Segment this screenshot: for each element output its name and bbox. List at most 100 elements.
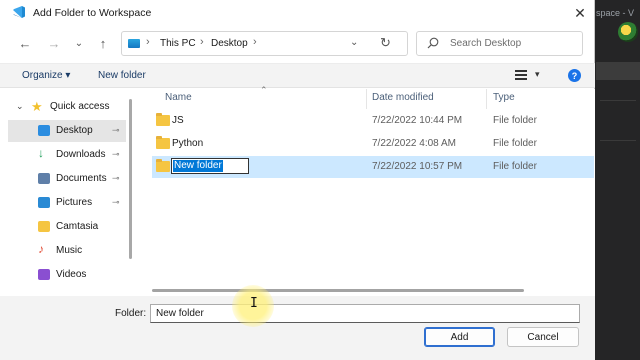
- sidebar-item-label: Music: [56, 245, 83, 256]
- sidebar-quick-access[interactable]: ⌄ ★ Quick access: [8, 96, 126, 118]
- close-button[interactable]: ✕: [570, 3, 590, 23]
- folder-field-label: Folder:: [115, 308, 147, 319]
- search-placeholder: Search Desktop: [450, 38, 522, 49]
- cancel-button[interactable]: Cancel: [507, 327, 579, 347]
- sidebar-item-documents[interactable]: Documents ⊸: [8, 168, 126, 190]
- quick-access-label: Quick access: [50, 101, 110, 112]
- file-date: 7/22/2022 10:44 PM: [372, 115, 463, 126]
- table-row[interactable]: JS 7/22/2022 10:44 PM File folder: [152, 110, 594, 132]
- column-divider[interactable]: [486, 89, 487, 109]
- new-folder-button[interactable]: New folder: [98, 70, 146, 81]
- rename-text[interactable]: New folder: [173, 160, 223, 172]
- background-divider: [600, 140, 636, 141]
- pictures-icon: [38, 197, 50, 208]
- address-bar[interactable]: › This PC › Desktop › ⌄ ↻: [121, 31, 408, 56]
- file-date: 7/22/2022 4:08 AM: [372, 138, 456, 149]
- command-bar: Organize ▾ New folder ▾ ?: [0, 63, 595, 88]
- documents-icon: [38, 173, 50, 184]
- folder-name-input[interactable]: [150, 304, 580, 323]
- column-divider[interactable]: [366, 89, 367, 109]
- search-box[interactable]: Search Desktop: [416, 31, 583, 56]
- file-name: Python: [172, 138, 204, 149]
- star-icon: ★: [31, 99, 43, 114]
- folder-icon: [156, 136, 170, 149]
- file-list: ⌃ Name Date modified Type JS 7/22/2022 1…: [140, 85, 595, 296]
- help-icon[interactable]: ?: [568, 69, 581, 82]
- close-icon: ✕: [574, 4, 586, 21]
- navigation-pane: ⌄ ★ Quick access Desktop ⊸ ↓ Downloads ⊸…: [0, 89, 132, 296]
- folder-icon: [156, 113, 170, 126]
- back-arrow-icon: ←: [18, 35, 32, 51]
- rename-field[interactable]: New folder: [171, 158, 249, 174]
- desktop-icon: [38, 125, 50, 136]
- up-arrow-icon: ↑: [99, 35, 107, 51]
- text-cursor-icon: I: [250, 296, 258, 311]
- videos-icon: [38, 269, 50, 280]
- sidebar-item-label: Pictures: [56, 197, 93, 208]
- organize-menu[interactable]: Organize ▾: [22, 70, 70, 81]
- column-header-name[interactable]: Name: [165, 92, 192, 103]
- background-editor: [595, 0, 640, 360]
- vscode-icon: [13, 6, 25, 18]
- add-button[interactable]: Add: [424, 327, 495, 347]
- background-toolbar: [596, 62, 640, 80]
- recent-locations-button[interactable]: ⌄: [70, 34, 88, 52]
- background-divider: [600, 100, 636, 101]
- view-options-icon[interactable]: [515, 70, 527, 80]
- pin-icon: ⊸: [112, 149, 120, 159]
- file-type: File folder: [493, 161, 537, 172]
- file-date: 7/22/2022 10:57 PM: [372, 161, 463, 172]
- folder-icon: [38, 221, 50, 232]
- dialog-titlebar: Add Folder to Workspace ✕: [0, 0, 595, 26]
- pin-icon: ⊸: [112, 125, 120, 135]
- sidebar-item-label: Documents: [56, 173, 107, 184]
- scrollbar-thumb[interactable]: [129, 99, 132, 259]
- column-header-type[interactable]: Type: [493, 92, 515, 103]
- this-pc-icon: [128, 39, 140, 48]
- sidebar-scrollbar[interactable]: [128, 89, 133, 296]
- sidebar-item-label: Downloads: [56, 149, 106, 160]
- breadcrumb-separator: ›: [253, 36, 257, 48]
- add-folder-dialog: Add Folder to Workspace ✕ ← → ⌄ ↑ › This…: [0, 0, 595, 360]
- file-type: File folder: [493, 138, 537, 149]
- downloads-icon: ↓: [38, 146, 44, 160]
- column-header-date-modified[interactable]: Date modified: [372, 92, 434, 103]
- music-icon: ♪: [38, 242, 44, 256]
- sidebar-item-pictures[interactable]: Pictures ⊸: [8, 192, 126, 214]
- sidebar-item-desktop[interactable]: Desktop ⊸: [8, 120, 126, 142]
- dialog-title: Add Folder to Workspace: [33, 7, 152, 19]
- breadcrumb-this-pc[interactable]: This PC: [160, 38, 196, 49]
- search-icon: [427, 37, 439, 49]
- view-options-caret-icon[interactable]: ▾: [535, 69, 540, 80]
- breadcrumb-separator: ›: [146, 36, 150, 48]
- sidebar-item-music[interactable]: ♪ Music: [8, 240, 126, 262]
- sidebar-item-label: Videos: [56, 269, 87, 280]
- background-window-title: space - V: [596, 8, 635, 18]
- breadcrumb-separator: ›: [200, 36, 204, 48]
- folder-icon: [156, 159, 170, 172]
- up-button[interactable]: ↑: [94, 34, 112, 52]
- sort-ascending-icon: ⌃: [260, 85, 268, 95]
- back-button[interactable]: ←: [16, 34, 34, 52]
- breadcrumb-desktop[interactable]: Desktop: [211, 38, 248, 49]
- table-row[interactable]: Python 7/22/2022 4:08 AM File folder: [152, 133, 594, 155]
- forward-arrow-icon: →: [47, 35, 61, 51]
- expand-caret-icon[interactable]: ⌄: [16, 101, 24, 112]
- scrollbar-thumb[interactable]: [152, 289, 524, 292]
- file-name: JS: [172, 115, 184, 126]
- refresh-icon[interactable]: ↻: [380, 35, 391, 51]
- table-row[interactable]: New folder 7/22/2022 10:57 PM File folde…: [152, 156, 594, 178]
- file-type: File folder: [493, 115, 537, 126]
- chevron-down-icon: ⌄: [74, 37, 84, 49]
- forward-button[interactable]: →: [45, 34, 63, 52]
- pin-icon: ⊸: [112, 197, 120, 207]
- address-dropdown-icon[interactable]: ⌄: [350, 37, 358, 48]
- pin-icon: ⊸: [112, 173, 120, 183]
- sidebar-item-label: Desktop: [56, 125, 93, 136]
- sidebar-item-downloads[interactable]: ↓ Downloads ⊸: [8, 144, 126, 166]
- sidebar-item-videos[interactable]: Videos: [8, 264, 126, 286]
- dialog-footer: Folder: Add Cancel: [0, 296, 595, 360]
- horizontal-scrollbar[interactable]: [152, 288, 524, 293]
- background-app-logo: [618, 22, 638, 42]
- sidebar-item-camtasia[interactable]: Camtasia: [8, 216, 126, 238]
